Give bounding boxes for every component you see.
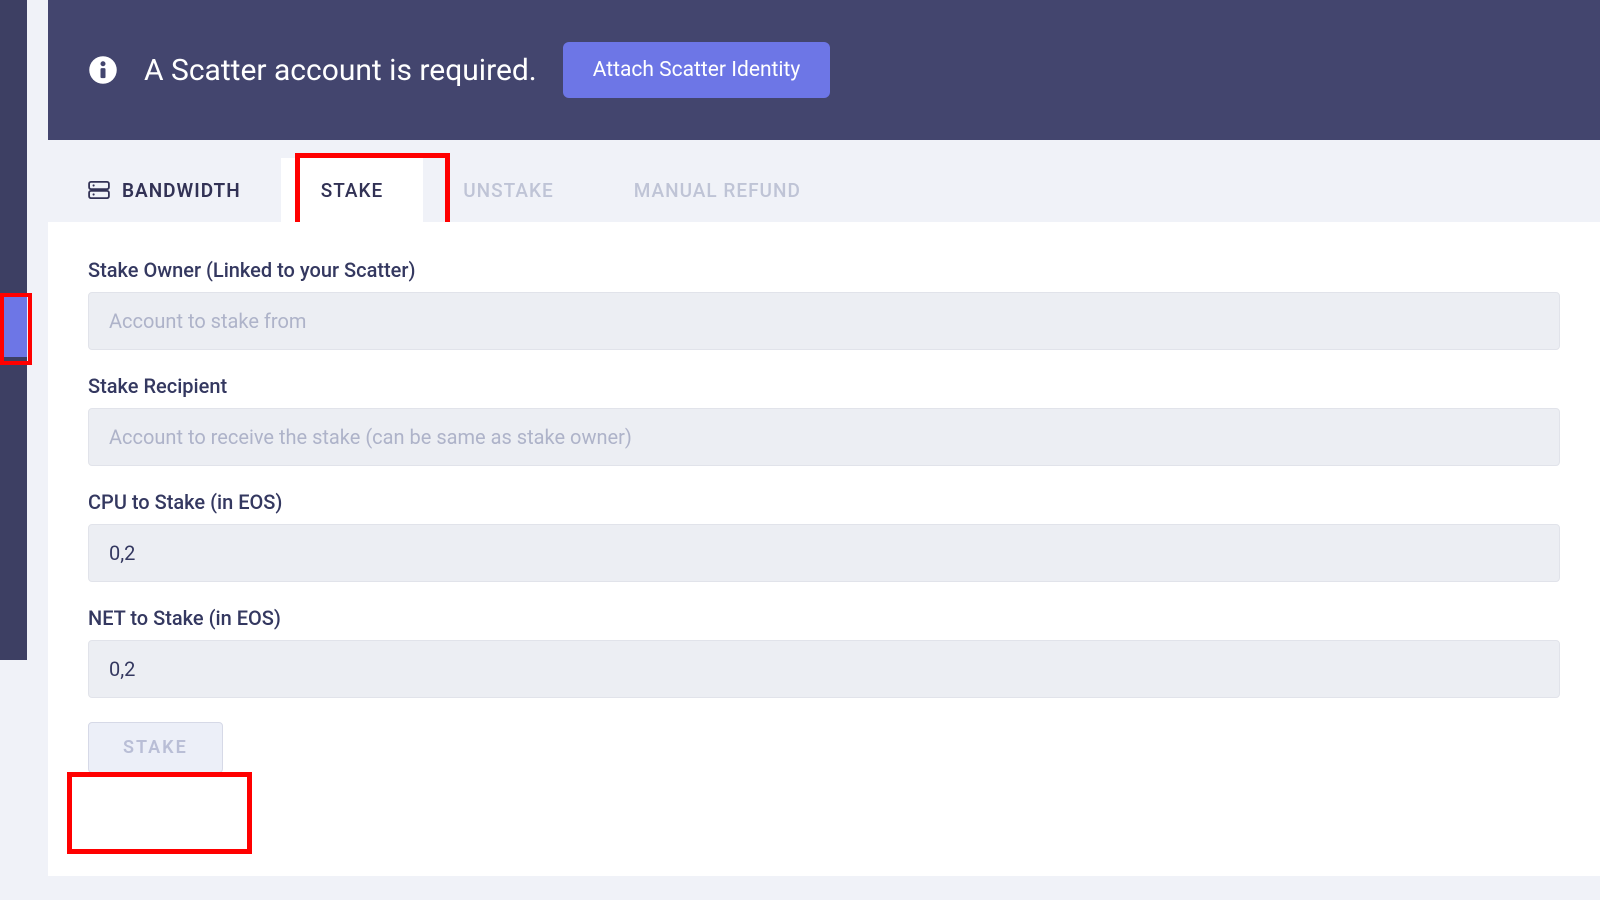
net-to-stake-input[interactable] [88, 640, 1560, 698]
tab-bandwidth[interactable]: BANDWIDTH [48, 158, 281, 222]
field-cpu-to-stake: CPU to Stake (in EOS) [88, 490, 1560, 582]
tab-unstake-label: UNSTAKE [463, 179, 553, 202]
stake-owner-label: Stake Owner (Linked to your Scatter) [88, 258, 1560, 282]
field-stake-owner: Stake Owner (Linked to your Scatter) [88, 258, 1560, 350]
attach-scatter-button[interactable]: Attach Scatter Identity [563, 42, 831, 98]
field-net-to-stake: NET to Stake (in EOS) [88, 606, 1560, 698]
tab-manual-refund[interactable]: MANUAL REFUND [594, 158, 841, 222]
net-to-stake-label: NET to Stake (in EOS) [88, 606, 1560, 630]
info-icon [88, 55, 118, 85]
stake-submit-button[interactable]: STAKE [88, 722, 223, 773]
tab-bar: BANDWIDTH STAKE UNSTAKE MANUAL REFUND [48, 158, 1600, 222]
tab-manual-refund-label: MANUAL REFUND [634, 179, 801, 202]
stake-recipient-label: Stake Recipient [88, 374, 1560, 398]
stake-owner-input[interactable] [88, 292, 1560, 350]
tab-unstake[interactable]: UNSTAKE [423, 158, 593, 222]
field-stake-recipient: Stake Recipient [88, 374, 1560, 466]
sidebar [0, 0, 27, 660]
stake-form-panel: Stake Owner (Linked to your Scatter) Sta… [48, 222, 1600, 876]
banner-message: A Scatter account is required. [144, 53, 537, 88]
tab-stake-label: STAKE [321, 179, 384, 202]
stake-recipient-input[interactable] [88, 408, 1560, 466]
tab-stake[interactable]: STAKE [281, 158, 424, 222]
cpu-to-stake-label: CPU to Stake (in EOS) [88, 490, 1560, 514]
tab-bandwidth-label: BANDWIDTH [122, 179, 241, 202]
cpu-to-stake-input[interactable] [88, 524, 1560, 582]
scatter-banner: A Scatter account is required. Attach Sc… [48, 0, 1600, 140]
bandwidth-icon [88, 181, 110, 199]
sidebar-active-item[interactable] [0, 293, 27, 357]
